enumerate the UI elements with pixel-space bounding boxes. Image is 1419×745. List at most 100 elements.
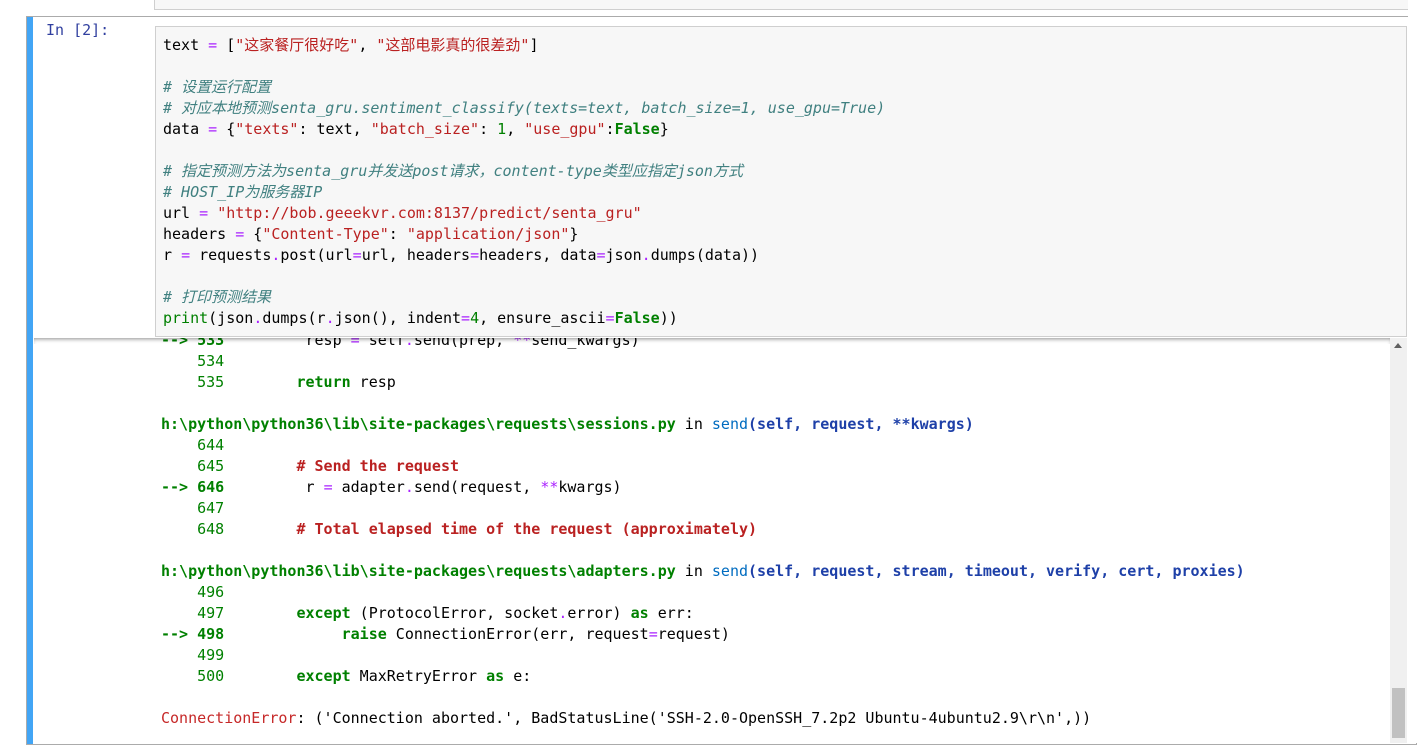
code-line: # 打印预测结果 xyxy=(163,287,885,308)
token: # 设置运行配置 xyxy=(163,78,272,96)
output-line: --> 646 r = adapter.send(request, **kwar… xyxy=(161,477,1245,498)
token: = xyxy=(181,246,191,264)
token: headers xyxy=(163,225,236,243)
token: , xyxy=(358,36,377,54)
code-line: # 对应本地预测senta_gru.sentiment_classify(tex… xyxy=(163,98,885,119)
output-line: 648 # Total elapsed time of the request … xyxy=(161,519,1245,540)
token: 497 xyxy=(161,604,225,622)
token: # 对应本地预测senta_gru.sentiment_classify(tex… xyxy=(163,99,886,117)
page-right-margin xyxy=(1408,0,1419,743)
token: 4 xyxy=(470,309,480,327)
token: resp xyxy=(224,338,351,349)
token: "http://bob.geeekvr.com:8137/predict/sen… xyxy=(217,204,642,222)
token: = xyxy=(470,246,480,264)
code-text[interactable]: text = ["这家餐厅很好吃", "这部电影真的很差劲"] # 设置运行配置… xyxy=(163,35,885,329)
token: # Send the request xyxy=(296,457,460,475)
output-line: 496 xyxy=(161,582,1245,603)
output-line: 644 xyxy=(161,435,1245,456)
code-line: # 设置运行配置 xyxy=(163,77,885,98)
token: raise xyxy=(341,625,387,643)
token: h:\python\python36\lib\site-packages\req… xyxy=(161,415,676,433)
output-line: 647 xyxy=(161,498,1245,519)
code-line: print(json.dumps(r.json(), indent=4, ens… xyxy=(163,308,885,329)
token: . xyxy=(253,309,263,327)
token: "application/json" xyxy=(406,225,570,243)
token: = xyxy=(461,309,471,327)
code-line: text = ["这家餐厅很好吃", "这部电影真的很差劲"] xyxy=(163,35,885,56)
output-line: 497 except (ProtocolError, socket.error)… xyxy=(161,603,1245,624)
token: ConnectionError xyxy=(161,709,297,727)
token: --> 646 xyxy=(161,478,225,496)
token: h:\python\python36\lib\site-packages\req… xyxy=(161,562,676,580)
token: = xyxy=(323,478,333,496)
token: = xyxy=(352,246,362,264)
token: = xyxy=(350,338,360,349)
token: send xyxy=(711,562,749,580)
token: { xyxy=(217,120,236,138)
token: resp xyxy=(350,373,396,391)
token: "texts" xyxy=(235,120,299,138)
token: "这部电影真的很差劲" xyxy=(376,36,530,54)
token: dumps(data)) xyxy=(650,246,760,264)
token: } xyxy=(659,120,669,138)
token: post(url xyxy=(280,246,353,264)
output-line: --> 533 resp = self.send(prep, **send_kw… xyxy=(161,338,1245,351)
code-line: headers = {"Content-Type": "application/… xyxy=(163,224,885,245)
output-line: 499 xyxy=(161,645,1245,666)
token: 644 xyxy=(161,436,225,454)
token: # HOST_IP为服务器IP xyxy=(163,183,323,201)
token: json(), indent xyxy=(334,309,462,327)
token: requests xyxy=(190,246,272,264)
output-line: h:\python\python36\lib\site-packages\req… xyxy=(161,414,1245,435)
token: e: xyxy=(504,667,532,685)
traceback-output: --> 533 resp = self.send(prep, **send_kw… xyxy=(161,338,1245,729)
token: (self, request, **kwargs) xyxy=(748,415,974,433)
token: send(prep, xyxy=(413,338,514,349)
token: = xyxy=(605,309,615,327)
token: (ProtocolError, socket xyxy=(350,604,559,622)
token: MaxRetryError xyxy=(350,667,487,685)
token: except xyxy=(296,604,351,622)
token: { xyxy=(244,225,263,243)
scrollbar-thumb[interactable] xyxy=(1392,688,1405,738)
token: )) xyxy=(659,309,678,327)
token: 499 xyxy=(161,646,225,664)
token: ** xyxy=(513,338,532,349)
token: False xyxy=(614,309,660,327)
token: [ xyxy=(217,36,236,54)
token: url xyxy=(163,204,200,222)
previous-cell-bottom[interactable] xyxy=(154,0,1410,10)
scroll-up-arrow-icon[interactable] xyxy=(1394,343,1402,348)
token: send(request, xyxy=(413,478,541,496)
token: 648 xyxy=(161,520,225,538)
token: 496 xyxy=(161,583,225,601)
output-line: 645 # Send the request xyxy=(161,456,1245,477)
token: 1 xyxy=(497,120,507,138)
token: dumps(r xyxy=(262,309,326,327)
token: ] xyxy=(529,36,539,54)
token: send_kwargs) xyxy=(531,338,640,349)
token: (self, request, stream, timeout, verify,… xyxy=(748,562,1245,580)
token: = xyxy=(208,36,218,54)
token: = xyxy=(596,246,606,264)
output-area[interactable]: --> 533 resp = self.send(prep, **send_kw… xyxy=(34,338,1407,743)
output-scrollbar[interactable] xyxy=(1390,338,1407,743)
token: False xyxy=(614,120,660,138)
token: kwargs) xyxy=(558,478,622,496)
token: r xyxy=(224,478,324,496)
token: return xyxy=(296,373,351,391)
token: . xyxy=(641,246,651,264)
code-editor[interactable]: text = ["这家餐厅很好吃", "这部电影真的很差劲"] # 设置运行配置… xyxy=(155,26,1407,337)
token: text xyxy=(163,36,209,54)
token: . xyxy=(404,478,414,496)
token: = xyxy=(199,204,209,222)
